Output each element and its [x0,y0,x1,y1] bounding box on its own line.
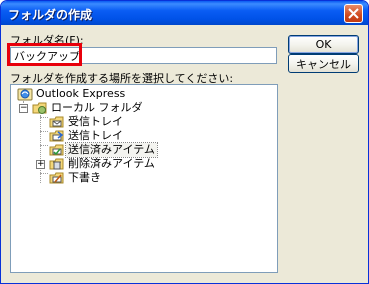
local-folders-icon [32,100,48,116]
drafts-folder-icon [49,170,65,186]
ok-button[interactable]: OK [288,35,359,54]
tree-label: 削除済みアイテム [68,157,155,170]
outlook-express-icon [17,86,33,102]
tree-label: ローカル フォルダ [51,101,143,114]
tree-label: Outlook Express [36,87,126,100]
close-button[interactable] [344,4,363,23]
tree-label: 送信トレイ [68,129,123,142]
tree-label: 下書き [68,171,101,184]
tree-label: 送信済みアイテム [65,142,158,158]
tree-label: 受信トレイ [68,115,123,128]
highlight-annotation [7,43,82,66]
window-title: フォルダの作成 [8,8,93,22]
expand-toggle[interactable]: + [36,160,45,169]
collapse-toggle[interactable]: − [19,104,28,113]
folder-tree[interactable]: Outlook Express − ローカル フォルダ 受信トレイ 送信トレイ … [10,84,278,273]
create-folder-dialog: フォルダの作成 フォルダ名(F): OK キャンセル フォルダを作成する場所を選… [0,0,369,284]
close-icon [348,8,359,19]
cancel-button[interactable]: キャンセル [288,54,359,73]
title-bar[interactable]: フォルダの作成 [1,1,368,25]
